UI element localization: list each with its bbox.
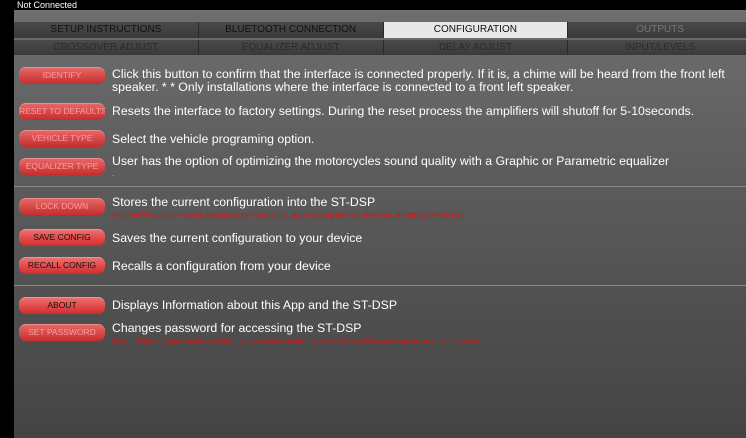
identify-description-line2: speaker. * * Only installations where th… (112, 80, 574, 94)
recall-config-description: Recalls a configuration from your device (112, 259, 331, 273)
reset-description: Resets the interface to factory settings… (112, 104, 695, 118)
reset-to-defaults-button[interactable]: RESET TO DEFAULTS (19, 103, 105, 120)
equalizer-type-note: . (112, 171, 114, 178)
vehicle-type-button[interactable]: VEHICLE TYPE (19, 130, 105, 147)
equalizer-type-description: User has the option of optimizing the mo… (112, 154, 670, 168)
set-password-note: Note: If Edge only password is lost the … (112, 338, 483, 345)
tab-delay-adjust[interactable]: DELAY ADJUST (383, 40, 569, 55)
save-config-button[interactable]: SAVE CONFIG (19, 229, 105, 246)
lock-down-warning: Attention!This button must be selected b… (112, 212, 465, 219)
tab-crossover-adjust[interactable]: CROSSOVER ADJUST (14, 40, 199, 55)
set-password-button[interactable]: SET PASSWORD (19, 324, 105, 341)
save-config-description: Saves the current configuration to your … (112, 231, 363, 245)
set-password-description: Changes password for accessing the ST-DS… (112, 321, 362, 335)
tab-bluetooth-connection[interactable]: BLUETOOTH CONNECTION (198, 22, 384, 38)
equalizer-type-button[interactable]: EQUALIZER TYPE (19, 158, 105, 175)
app-window: Not Connected SETUP INSTRUCTIONS BLUETOO… (14, 0, 746, 438)
lock-down-description: Stores the current configuration into th… (112, 195, 376, 209)
tab-setup-instructions[interactable]: SETUP INSTRUCTIONS (14, 22, 199, 38)
tab-equalizer-adjust[interactable]: EQUALIZER ADJUST (198, 40, 384, 55)
section-divider (14, 285, 746, 286)
section-divider (14, 186, 746, 187)
sub-tab-bar: CROSSOVER ADJUST EQUALIZER ADJUST DELAY … (14, 40, 746, 55)
about-description: Displays Information about this App and … (112, 298, 398, 312)
main-tab-bar: SETUP INSTRUCTIONS BLUETOOTH CONNECTION … (14, 22, 746, 38)
connection-status: Not Connected (14, 0, 746, 10)
vehicle-type-description: Select the vehicle programing option. (112, 132, 315, 146)
about-button[interactable]: ABOUT (19, 297, 105, 314)
identify-button[interactable]: IDENTIFY (19, 67, 105, 84)
tab-input-levels[interactable]: INPUT/LEVELS (568, 40, 746, 55)
recall-config-button[interactable]: RECALL CONFIG (19, 257, 105, 274)
tab-configuration[interactable]: CONFIGURATION (383, 22, 569, 38)
tab-outputs[interactable]: OUTPUTS (568, 22, 746, 38)
lock-down-button[interactable]: LOCK DOWN (19, 198, 105, 215)
